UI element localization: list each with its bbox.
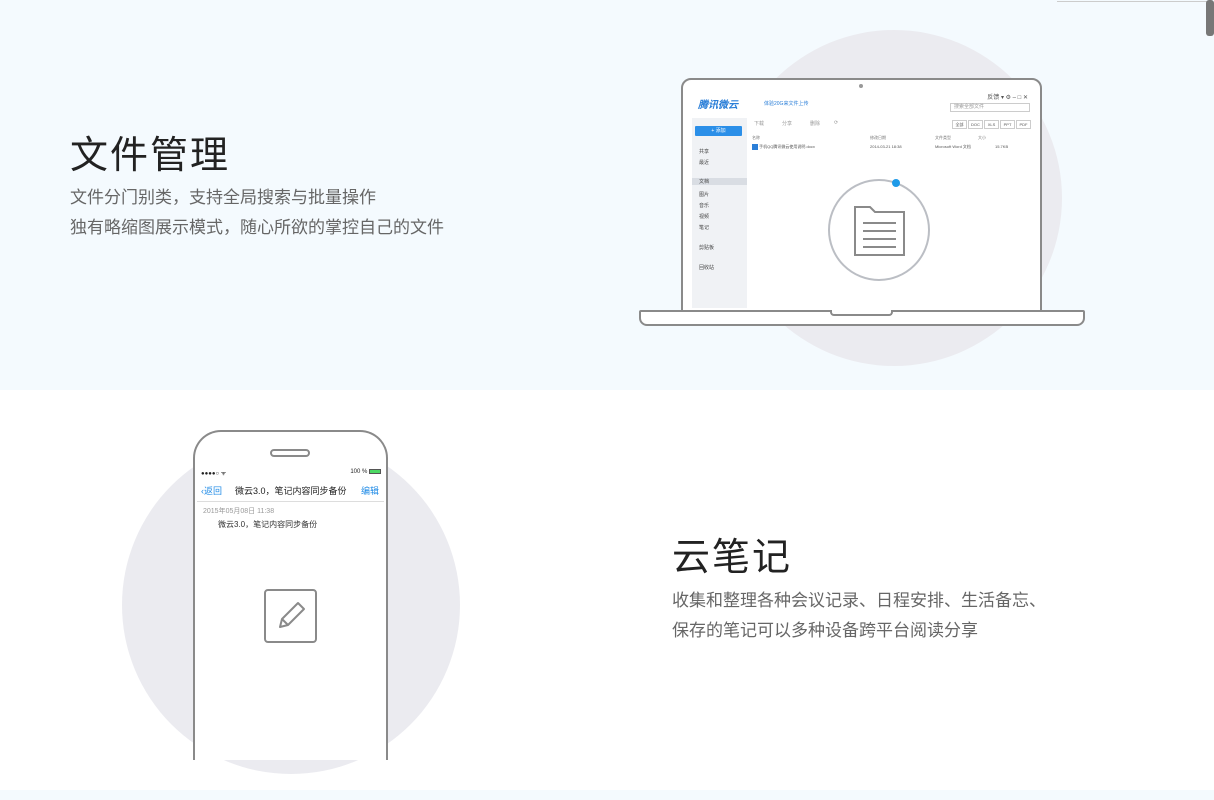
promo-link[interactable]: 体验20G来文件上传 bbox=[764, 100, 808, 107]
note-date: 2015年05月08日 11:38 bbox=[203, 508, 275, 515]
download-button[interactable]: 下载 bbox=[754, 120, 764, 127]
nav-item-documents[interactable]: 文档 bbox=[692, 178, 747, 185]
phone-speaker bbox=[270, 449, 310, 457]
file-date: 2014-03-21 18:38 bbox=[870, 144, 902, 149]
file-row[interactable]: 手机QQ腾讯微云使用说明.docx 2014-03-21 18:38 Micro… bbox=[752, 144, 1028, 150]
edit-button[interactable]: 编辑 bbox=[361, 484, 379, 497]
nav-item-video[interactable]: 视频 bbox=[699, 213, 709, 220]
progress-dot bbox=[892, 179, 900, 187]
file-management-title: 文件管理 bbox=[70, 135, 231, 177]
status-bar: ●●●●○ ᯤ 100 % bbox=[201, 469, 381, 477]
battery-indicator: 100 % bbox=[350, 469, 381, 475]
filter-all[interactable]: 全部 bbox=[952, 120, 967, 129]
weiyun-logo: 腾讯微云 bbox=[698, 100, 738, 111]
laptop-notch bbox=[830, 310, 893, 316]
nav-item-clipboard[interactable]: 剪贴板 bbox=[699, 244, 714, 251]
nav-item-recent[interactable]: 最近 bbox=[699, 159, 709, 166]
cloud-notes-desc-line2: 保存的笔记可以多种设备跨平台阅读分享 bbox=[672, 621, 978, 640]
nav-item-shared[interactable]: 共享 bbox=[699, 148, 709, 155]
file-name: 手机QQ腾讯微云使用说明.docx bbox=[759, 144, 815, 150]
filter-xls[interactable]: XLS bbox=[984, 120, 999, 129]
nav-item-recycle-bin[interactable]: 回收站 bbox=[699, 264, 714, 271]
file-size: 15.7KB bbox=[995, 144, 1009, 149]
column-date: 修改日期 bbox=[870, 135, 886, 140]
column-size: 大小 bbox=[978, 135, 986, 140]
add-button[interactable]: + 添加 bbox=[695, 126, 742, 136]
cloud-notes-desc-line1: 收集和整理各种会议记录、日程安排、生活备忘、 bbox=[672, 591, 1046, 610]
cloud-notes-title: 云笔记 bbox=[672, 537, 793, 579]
share-button[interactable]: 分享 bbox=[782, 120, 792, 127]
document-folder-icon bbox=[854, 206, 905, 256]
pen-icon bbox=[279, 602, 305, 628]
battery-icon bbox=[369, 469, 381, 474]
filter-pdf[interactable]: PDF bbox=[1016, 120, 1031, 129]
back-button[interactable]: ‹返回 bbox=[201, 484, 222, 497]
top-divider bbox=[1057, 0, 1207, 2]
file-management-desc-line2: 独有略缩图展示模式，随心所欲的掌控自己的文件 bbox=[70, 218, 444, 237]
column-name: 名称 bbox=[752, 135, 760, 140]
note-title: 微云3.0，笔记内容同步备份 bbox=[235, 486, 347, 496]
filter-doc[interactable]: DOC bbox=[968, 120, 983, 129]
scrollbar-thumb[interactable] bbox=[1206, 0, 1214, 36]
signal-wifi-icon: ●●●●○ ᯤ bbox=[201, 471, 227, 477]
file-type: Microsoft Word 文档 bbox=[935, 144, 971, 149]
file-management-desc-line1: 文件分门别类，支持全局搜索与批量操作 bbox=[70, 188, 376, 207]
note-body[interactable]: 微云3.0，笔记内容同步备份 bbox=[218, 519, 317, 530]
column-type: 文件类型 bbox=[935, 135, 951, 140]
nav-item-music[interactable]: 音乐 bbox=[699, 202, 709, 209]
refresh-icon[interactable]: ⟳ bbox=[834, 120, 838, 126]
pen-edit-box bbox=[264, 589, 317, 643]
nav-item-images[interactable]: 图片 bbox=[699, 191, 709, 198]
bottom-strip bbox=[0, 790, 1214, 800]
delete-button[interactable]: 删除 bbox=[810, 120, 820, 127]
laptop-camera bbox=[859, 84, 863, 88]
app-sidebar: + 添加 共享 最近 文档 图片 音乐 视频 笔记 剪贴板 回收站 bbox=[692, 118, 747, 308]
window-controls[interactable]: 反馈 ▾ ⚙ – □ ✕ bbox=[987, 92, 1028, 101]
search-input[interactable]: 搜索全部文件 bbox=[950, 103, 1030, 112]
word-doc-icon bbox=[752, 144, 758, 150]
note-navbar: ‹返回 微云3.0，笔记内容同步备份 编辑 bbox=[197, 480, 384, 502]
folder-ring bbox=[828, 179, 930, 281]
nav-item-notes[interactable]: 笔记 bbox=[699, 224, 709, 231]
filter-ppt[interactable]: PPT bbox=[1000, 120, 1015, 129]
